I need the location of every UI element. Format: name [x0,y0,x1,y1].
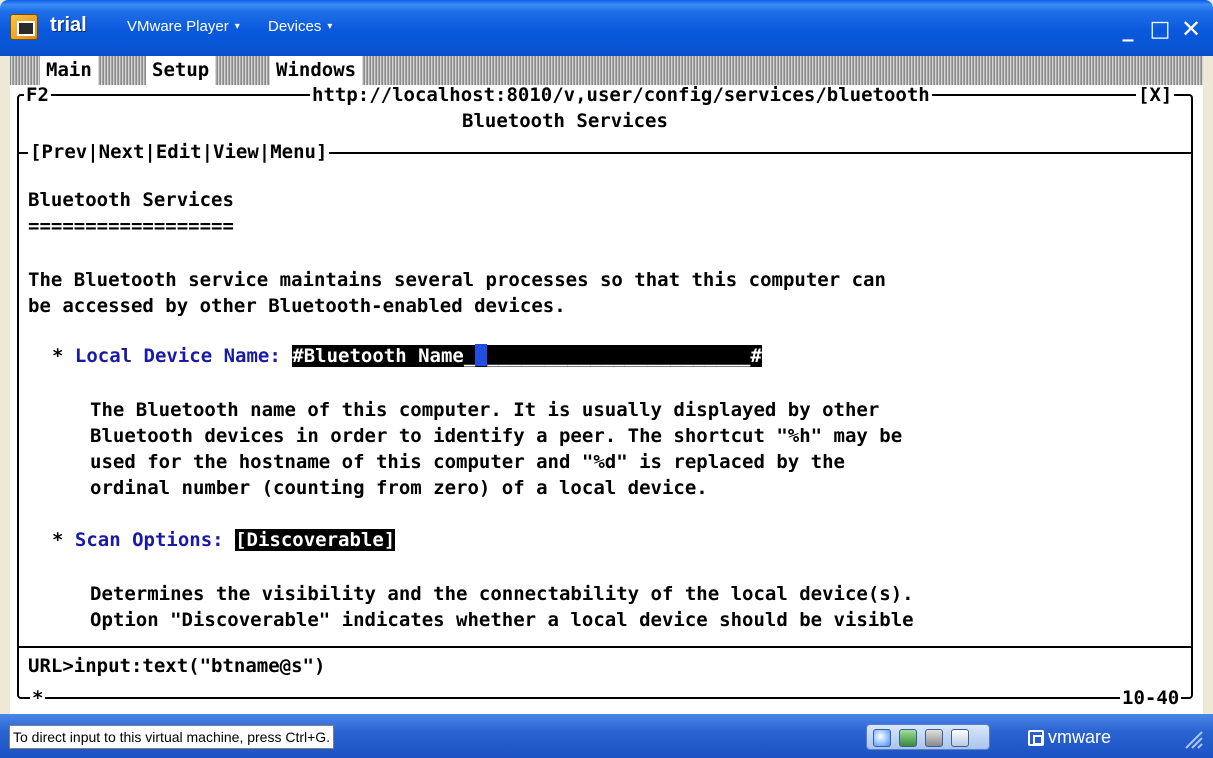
input-padding: _______________________# [487,345,762,367]
devices-menu[interactable]: Devices ▾ [268,18,332,35]
bullet: * [52,345,64,367]
chevron-down-icon: ▾ [327,21,333,32]
scan-options-label: Scan Options: [74,529,224,551]
menu-main[interactable]: Main [40,56,98,85]
terminal-menubar: Main Setup Windows [10,56,1203,85]
status-message: To direct input to this virtual machine,… [9,725,335,749]
vmware-logo-icon [1028,729,1044,746]
app-icon [10,14,38,40]
window-titlebar[interactable]: trial VMware Player ▾ Devices ▾ _ □ ✕ [0,0,1213,56]
device-tray [866,724,990,750]
field1-help-line-4: ordinal number (counting from zero) of a… [90,477,708,499]
input-value: #Bluetooth Name_ [292,345,476,367]
heading-underline: ================== [28,215,234,237]
vmware-player-menu[interactable]: VMware Player ▾ [127,18,240,35]
usb-device-icon[interactable] [925,729,943,747]
vm-console[interactable]: Main Setup Windows F2 http://localhost:8… [10,56,1203,714]
window-key-label: F2 [24,84,51,106]
url-label: http://localhost:8010/v,user/config/serv… [310,84,932,106]
field2-help-line-2: Option "Discoverable" indicates whether … [90,609,914,631]
intro-line-2: be accessed by other Bluetooth-enabled d… [28,295,566,317]
vmware-brand-text: vmware [1048,727,1112,747]
page-title: Bluetooth Services [462,110,668,132]
menu-windows[interactable]: Windows [270,56,363,85]
maximize-button[interactable]: □ [1145,14,1175,44]
floppy-icon[interactable] [951,729,969,747]
position-indicator: 10-40 [1120,687,1182,709]
intro-line-1: The Bluetooth service maintains several … [28,269,886,291]
devices-menu-label: Devices [268,18,322,35]
resize-grip-icon[interactable] [1180,726,1204,750]
local-device-name-row: * Local Device Name: #Bluetooth Name_ ___… [52,344,762,368]
vmware-logo: vmware [1028,727,1111,748]
close-button[interactable]: ✕ [1176,14,1206,44]
bullet: * [52,529,64,551]
nav-bar[interactable]: [Prev|Next|Edit|View|Menu] [28,142,330,162]
minimize-button[interactable]: _ [1113,14,1143,44]
vmware-player-menu-label: VMware Player [127,18,229,35]
network-adapter-icon[interactable] [899,729,917,747]
menu-setup[interactable]: Setup [146,56,216,85]
status-bar: To direct input to this virtual machine,… [0,714,1213,758]
field1-help-line-1: The Bluetooth name of this computer. It … [90,399,880,421]
text-cursor [475,344,488,366]
local-device-name-input[interactable]: #Bluetooth Name_ _______________________# [292,344,762,367]
scan-options-row: * Scan Options: [Discoverable] [52,528,396,552]
field2-help-line-1: Determines the visibility and the connec… [90,583,914,605]
command-line[interactable]: URL>input:text("btname@s") [28,654,325,678]
bottom-left-marker: * [30,687,46,709]
content-heading: Bluetooth Services [28,189,234,211]
scan-options-select[interactable]: [Discoverable] [235,529,396,551]
cd-drive-icon[interactable] [873,729,891,747]
command-separator [17,646,1193,648]
window-title: trial [50,14,87,36]
field1-help-line-2: Bluetooth devices in order to identify a… [90,425,903,447]
chevron-down-icon: ▾ [234,21,240,32]
local-device-name-label: Local Device Name: [74,345,281,367]
close-marker[interactable]: [X] [1136,85,1175,105]
field1-help-line-3: used for the hostname of this computer a… [90,451,845,473]
